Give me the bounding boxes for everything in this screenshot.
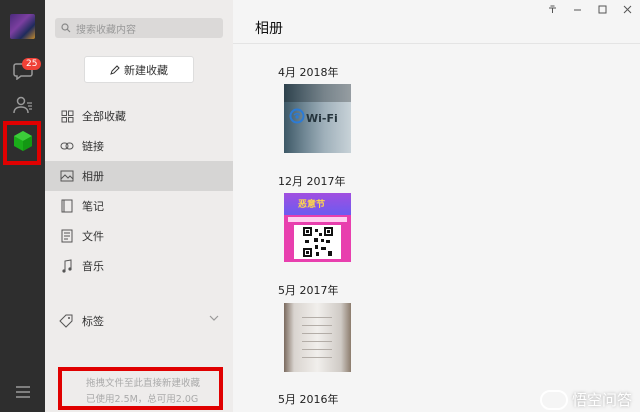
paper-line bbox=[302, 341, 332, 342]
minimize-button[interactable] bbox=[565, 0, 590, 18]
chat-button[interactable] bbox=[0, 52, 45, 90]
nav-item-notes[interactable]: 笔记 bbox=[45, 191, 233, 221]
paper-line bbox=[302, 325, 332, 326]
nav-label-all: 全部收藏 bbox=[82, 110, 126, 123]
collections-panel: 搜索收藏内容 新建收藏 全部收藏 链接 相册 笔记 文件 音乐 标签 拖拽文件至… bbox=[45, 0, 233, 412]
unread-badge: 25 bbox=[22, 58, 42, 70]
pencil-icon bbox=[110, 64, 120, 75]
qr-code bbox=[294, 225, 341, 259]
menu-button[interactable] bbox=[0, 378, 45, 406]
wukong-logo-icon bbox=[539, 389, 568, 410]
poster-title: 恶意节 bbox=[298, 200, 326, 210]
paper-line bbox=[302, 333, 332, 334]
tags-section[interactable]: 标签 bbox=[45, 306, 233, 336]
photo-shadow bbox=[284, 84, 351, 102]
favorites-highlight-box bbox=[3, 121, 41, 165]
page-title: 相册 bbox=[255, 21, 283, 37]
chevron-down-icon bbox=[209, 315, 219, 321]
tag-icon bbox=[59, 313, 75, 329]
new-collection-button[interactable]: 新建收藏 bbox=[84, 56, 194, 83]
window-controls bbox=[540, 0, 640, 18]
file-icon bbox=[59, 228, 75, 244]
nav-label-album: 相册 bbox=[82, 170, 104, 183]
nav-label-music: 音乐 bbox=[82, 260, 104, 273]
pin-icon bbox=[549, 5, 556, 13]
photo-wifi-text: Wi-Fi bbox=[306, 112, 338, 125]
photo-thumbnail[interactable]: 恶意节 bbox=[284, 193, 351, 262]
title-divider bbox=[233, 43, 640, 44]
search-input[interactable]: 搜索收藏内容 bbox=[55, 18, 223, 38]
watermark: 悟空问答 bbox=[539, 389, 632, 410]
grid-icon bbox=[59, 108, 75, 124]
close-icon bbox=[623, 5, 632, 13]
poster-text-strip bbox=[288, 217, 347, 222]
maximize-button[interactable] bbox=[590, 0, 615, 18]
qr-code-icon bbox=[302, 227, 333, 257]
contacts-button[interactable] bbox=[0, 86, 45, 124]
album-group-date: 5月 2016年 bbox=[278, 393, 339, 406]
photo-thumbnail[interactable] bbox=[284, 303, 351, 372]
drop-zone[interactable]: 拖拽文件至此直接新建收藏 已使用2.5M，总可用2.0G bbox=[58, 367, 223, 410]
album-group-date: 5月 2017年 bbox=[278, 284, 339, 297]
menu-icon bbox=[15, 386, 30, 398]
search-icon bbox=[61, 23, 71, 33]
album-view: 相册 4月 2018年 Wi-Fi 12月 2017年 恶意节 5月 2017年… bbox=[233, 0, 640, 412]
paper-line bbox=[302, 349, 332, 350]
music-icon bbox=[59, 258, 75, 274]
tags-label: 标签 bbox=[82, 315, 104, 328]
new-collection-label: 新建收藏 bbox=[124, 63, 168, 77]
paper-line bbox=[302, 357, 332, 358]
nav-label-files: 文件 bbox=[82, 230, 104, 243]
close-button[interactable] bbox=[615, 0, 640, 18]
watermark-text: 悟空问答 bbox=[571, 391, 632, 409]
collection-nav: 全部收藏 链接 相册 笔记 文件 音乐 bbox=[45, 101, 233, 281]
maximize-icon bbox=[598, 5, 607, 13]
search-placeholder: 搜索收藏内容 bbox=[76, 24, 136, 36]
wifi-icon bbox=[289, 108, 305, 124]
nav-label-notes: 笔记 bbox=[82, 200, 104, 213]
link-icon bbox=[59, 138, 75, 154]
nav-item-all[interactable]: 全部收藏 bbox=[45, 101, 233, 131]
pin-button[interactable] bbox=[540, 0, 565, 18]
minimize-icon bbox=[574, 9, 581, 10]
storage-usage: 已使用2.5M，总可用2.0G bbox=[86, 394, 199, 405]
paper-line bbox=[302, 317, 332, 318]
nav-item-links[interactable]: 链接 bbox=[45, 131, 233, 161]
album-group-date: 4月 2018年 bbox=[278, 66, 339, 79]
image-icon bbox=[59, 168, 75, 184]
nav-item-files[interactable]: 文件 bbox=[45, 221, 233, 251]
sidebar-rail: 25 bbox=[0, 0, 45, 412]
album-group-date: 12月 2017年 bbox=[278, 175, 346, 188]
contacts-icon bbox=[12, 96, 32, 114]
nav-item-album[interactable]: 相册 bbox=[45, 161, 233, 191]
note-icon bbox=[59, 198, 75, 214]
photo-thumbnail[interactable]: Wi-Fi bbox=[284, 84, 351, 153]
nav-item-music[interactable]: 音乐 bbox=[45, 251, 233, 281]
nav-label-links: 链接 bbox=[82, 140, 104, 153]
drop-hint: 拖拽文件至此直接新建收藏 bbox=[86, 378, 201, 389]
avatar[interactable] bbox=[10, 14, 35, 39]
